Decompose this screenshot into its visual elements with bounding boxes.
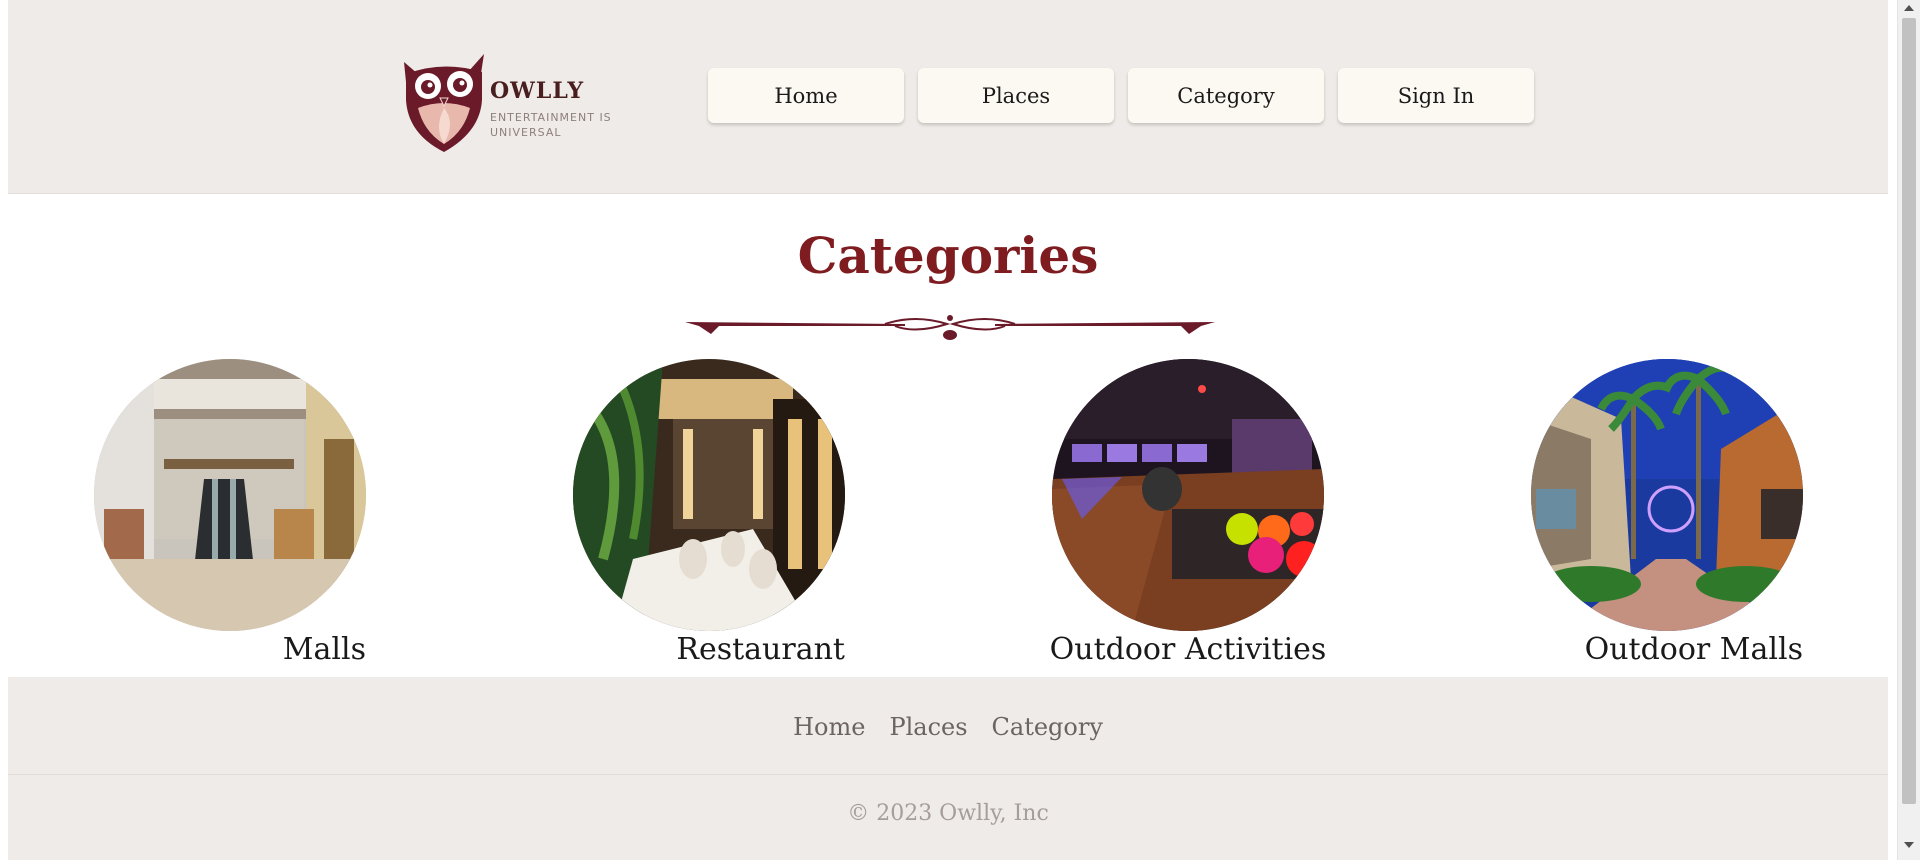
brand-tagline: ENTERTAINMENT IS UNIVERSAL bbox=[490, 111, 612, 139]
restaurant-image bbox=[573, 359, 845, 631]
brand-name: OWLLY bbox=[490, 78, 585, 104]
malls-image bbox=[94, 359, 366, 631]
footer-link-home[interactable]: Home bbox=[793, 713, 865, 741]
scroll-down-arrow-icon[interactable] bbox=[1904, 842, 1914, 848]
footer-link-category[interactable]: Category bbox=[992, 713, 1103, 741]
category-restaurant[interactable]: Restaurant bbox=[573, 359, 845, 667]
nav-home-button[interactable]: Home bbox=[708, 68, 904, 123]
nav-sign-in-button[interactable]: Sign In bbox=[1338, 68, 1534, 123]
nav-category-button[interactable]: Category bbox=[1128, 68, 1324, 123]
page: OWLLY ENTERTAINMENT IS UNIVERSAL Home Pl… bbox=[8, 0, 1888, 860]
page-title: Categories bbox=[797, 226, 1099, 285]
nav-places-button[interactable]: Places bbox=[918, 68, 1114, 123]
main-nav: Home Places Category Sign In bbox=[708, 68, 1534, 123]
scroll-up-arrow-icon[interactable] bbox=[1904, 5, 1914, 11]
category-malls[interactable]: Malls bbox=[94, 359, 366, 667]
outdoor-malls-image bbox=[1531, 359, 1803, 631]
scroll-thumb[interactable] bbox=[1902, 18, 1916, 804]
ornamental-divider bbox=[685, 315, 1215, 340]
category-label: Malls bbox=[282, 632, 366, 667]
footer-divider bbox=[8, 774, 1888, 775]
site-footer: Home Places Category © 2023 Owlly, Inc bbox=[8, 677, 1888, 860]
category-label: Outdoor Activities bbox=[1049, 632, 1327, 667]
copyright-text: © 2023 Owlly, Inc bbox=[847, 801, 1049, 826]
footer-link-places[interactable]: Places bbox=[889, 713, 967, 741]
category-label: Restaurant bbox=[676, 632, 845, 667]
logo[interactable]: OWLLY ENTERTAINMENT IS UNIVERSAL bbox=[398, 52, 628, 156]
vertical-scrollbar[interactable] bbox=[1897, 0, 1920, 860]
outdoor-activities-image bbox=[1052, 359, 1324, 631]
site-header: OWLLY ENTERTAINMENT IS UNIVERSAL Home Pl… bbox=[8, 0, 1888, 194]
category-outdoor-activities[interactable]: Outdoor Activities bbox=[1049, 359, 1327, 667]
category-label: Outdoor Malls bbox=[1584, 632, 1803, 667]
category-outdoor-malls[interactable]: Outdoor Malls bbox=[1531, 359, 1803, 667]
footer-nav: Home Places Category bbox=[8, 713, 1888, 741]
owl-logo-icon bbox=[404, 54, 484, 152]
